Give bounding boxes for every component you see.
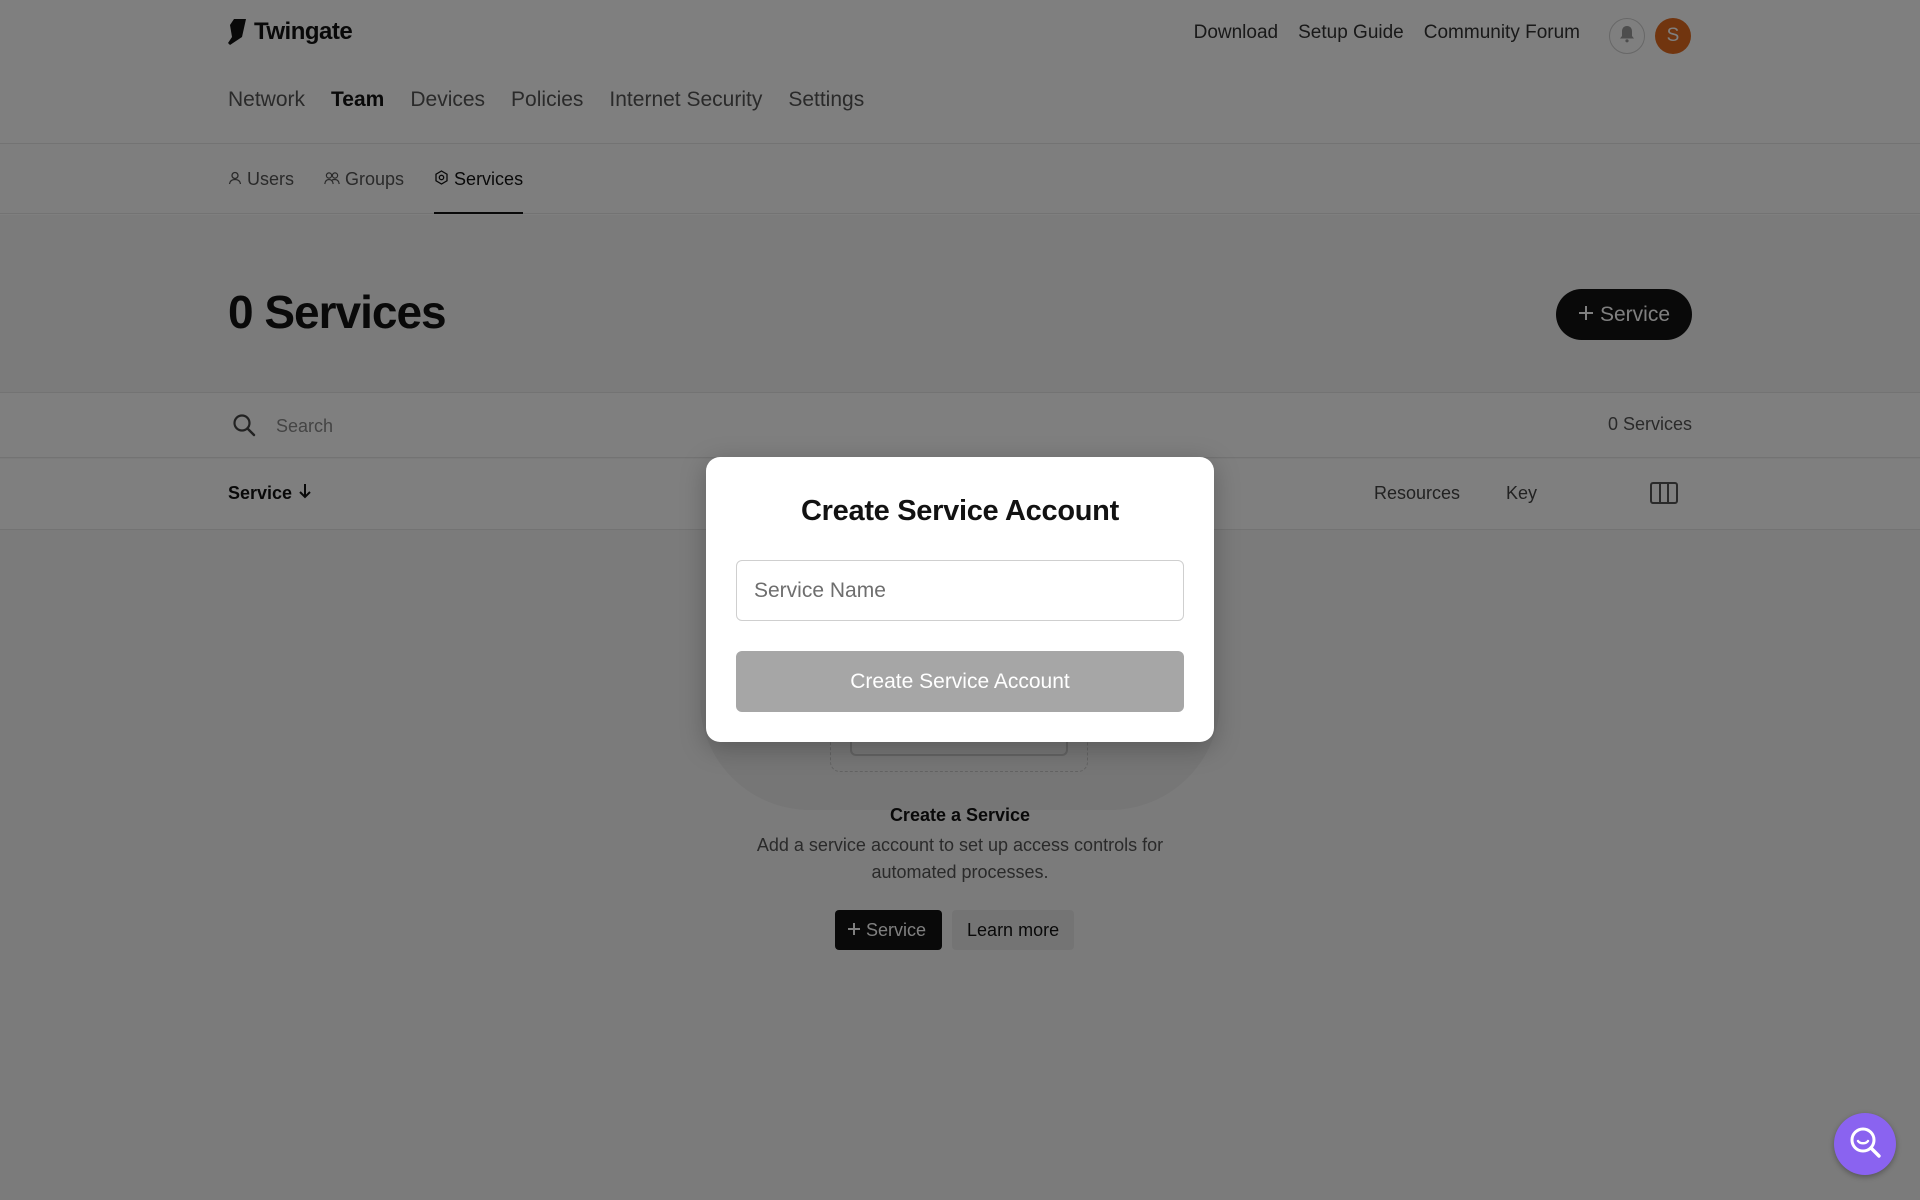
modal-title: Create Service Account bbox=[801, 495, 1119, 527]
create-service-account-button[interactable]: Create Service Account bbox=[736, 651, 1184, 712]
help-chat-button[interactable] bbox=[1834, 1113, 1896, 1175]
service-name-input[interactable] bbox=[736, 560, 1184, 621]
create-service-modal: Create Service Account Create Service Ac… bbox=[706, 457, 1214, 742]
app-page: Twingate Download Setup Guide Community … bbox=[0, 0, 1920, 1200]
chat-search-icon bbox=[1847, 1124, 1883, 1165]
